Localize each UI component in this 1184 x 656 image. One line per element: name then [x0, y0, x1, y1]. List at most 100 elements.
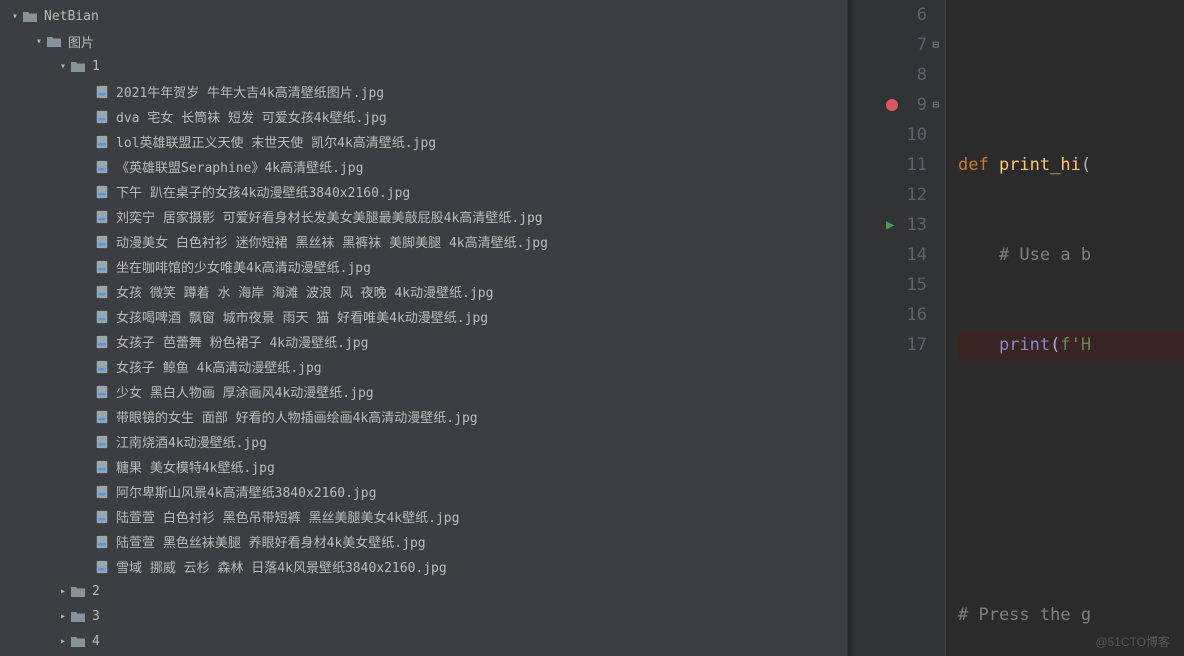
line-number: 14 [905, 240, 927, 270]
folder-label: 2 [92, 584, 100, 599]
folder-label: 图片 [68, 32, 94, 51]
tree-file[interactable]: 女孩 微笑 蹲着 水 海岸 海滩 波浪 风 夜晚 4k动漫壁纸.jpg [0, 279, 847, 304]
image-file-icon [94, 559, 110, 575]
image-file-icon [94, 234, 110, 250]
tree-file[interactable]: 坐在咖啡馆的少女唯美4k高清动漫壁纸.jpg [0, 254, 847, 279]
tree-file[interactable]: 刘奕宁 居家摄影 可爱好看身材长发美女美腿最美敲屁股4k高清壁纸.jpg [0, 204, 847, 229]
image-file-icon [94, 109, 110, 125]
editor-gutter: 6 7⊟ 8 9⊟ 10 11 12 ▶ 13 14 15 16 17 [848, 0, 946, 656]
line-number: 13 [905, 210, 927, 240]
tree-folder-2[interactable]: ▸ 2 [0, 579, 847, 604]
fold-icon[interactable]: ⊟ [932, 90, 939, 120]
tree-file[interactable]: 2021牛年贺岁 牛年大吉4k高清壁纸图片.jpg [0, 79, 847, 104]
tree-file[interactable]: 动漫美女 白色衬衫 迷你短裙 黑丝袜 黑裤袜 美脚美腿 4k高清壁纸.jpg [0, 229, 847, 254]
line-number: 10 [905, 120, 927, 150]
folder-icon [70, 59, 86, 75]
image-file-icon [94, 434, 110, 450]
line-number: 8 [905, 60, 927, 90]
watermark: @51CTO博客 [1095, 633, 1170, 650]
line-number: 9 [905, 90, 927, 120]
tree-file[interactable]: 糖果 美女模特4k壁纸.jpg [0, 454, 847, 479]
image-file-icon [94, 534, 110, 550]
image-file-icon [94, 259, 110, 275]
tree-folder-1[interactable]: ▾ 1 [0, 54, 847, 79]
file-label: 带眼镜的女生 面部 好看的人物插画绘画4k高清动漫壁纸.jpg [116, 407, 478, 426]
file-label: 阿尔卑斯山风景4k高清壁纸3840x2160.jpg [116, 482, 376, 501]
image-file-icon [94, 484, 110, 500]
chevron-right-icon[interactable]: ▸ [56, 611, 70, 622]
code-editor[interactable]: 6 7⊟ 8 9⊟ 10 11 12 ▶ 13 14 15 16 17 def p… [848, 0, 1184, 656]
file-label: lol英雄联盟正义天使 末世天使 凯尔4k高清壁纸.jpg [116, 132, 436, 151]
breakpoint-icon[interactable] [886, 99, 898, 111]
chevron-right-icon[interactable]: ▸ [56, 586, 70, 597]
folder-icon [46, 34, 62, 50]
tree-file[interactable]: lol英雄联盟正义天使 末世天使 凯尔4k高清壁纸.jpg [0, 129, 847, 154]
folder-label: 1 [92, 59, 100, 74]
image-file-icon [94, 284, 110, 300]
file-label: 女孩子 鲸鱼 4k高清动漫壁纸.jpg [116, 357, 322, 376]
tree-file[interactable]: dva 宅女 长筒袜 短发 可爱女孩4k壁纸.jpg [0, 104, 847, 129]
folder-label: 3 [92, 609, 100, 624]
folder-icon [22, 9, 38, 25]
code-area[interactable]: def print_hi( # Use a b print(f'H # Pres… [946, 0, 1184, 656]
tree-file[interactable]: 女孩喝啤酒 飘窗 城市夜景 雨天 猫 好看唯美4k动漫壁纸.jpg [0, 304, 847, 329]
file-label: 少女 黑白人物画 厚涂画风4k动漫壁纸.jpg [116, 382, 374, 401]
tree-file[interactable]: 江南烧酒4k动漫壁纸.jpg [0, 429, 847, 454]
line-number: 17 [905, 330, 927, 360]
image-file-icon [94, 209, 110, 225]
project-tree[interactable]: ▾ NetBian ▾ 图片 ▾ 1 2021牛年贺岁 牛年大吉4k高清壁纸图片… [0, 0, 848, 656]
file-label: 糖果 美女模特4k壁纸.jpg [116, 457, 275, 476]
tree-folder-root[interactable]: ▾ NetBian [0, 4, 847, 29]
chevron-down-icon[interactable]: ▾ [8, 11, 22, 22]
tree-file[interactable]: 女孩子 芭蕾舞 粉色裙子 4k动漫壁纸.jpg [0, 329, 847, 354]
file-label: 女孩子 芭蕾舞 粉色裙子 4k动漫壁纸.jpg [116, 332, 368, 351]
image-file-icon [94, 334, 110, 350]
line-number: 15 [905, 270, 927, 300]
folder-label: NetBian [44, 9, 99, 24]
image-file-icon [94, 84, 110, 100]
chevron-down-icon[interactable]: ▾ [32, 36, 46, 47]
tree-folder-3[interactable]: ▸ 3 [0, 604, 847, 629]
image-file-icon [94, 409, 110, 425]
tree-folder-4[interactable]: ▸ 4 [0, 629, 847, 654]
tree-file[interactable]: 《英雄联盟Seraphine》4k高清壁纸.jpg [0, 154, 847, 179]
tree-folder-images[interactable]: ▾ 图片 [0, 29, 847, 54]
image-file-icon [94, 459, 110, 475]
image-file-icon [94, 509, 110, 525]
line-number: 16 [905, 300, 927, 330]
file-label: 陆萱萱 白色衬衫 黑色吊带短裤 黑丝美腿美女4k壁纸.jpg [116, 507, 459, 526]
image-file-icon [94, 134, 110, 150]
folder-icon [70, 584, 86, 600]
image-file-icon [94, 359, 110, 375]
tree-file[interactable]: 阿尔卑斯山风景4k高清壁纸3840x2160.jpg [0, 479, 847, 504]
tree-file[interactable]: 女孩子 鲸鱼 4k高清动漫壁纸.jpg [0, 354, 847, 379]
chevron-down-icon[interactable]: ▾ [56, 61, 70, 72]
tree-file[interactable]: 少女 黑白人物画 厚涂画风4k动漫壁纸.jpg [0, 379, 847, 404]
file-label: 女孩 微笑 蹲着 水 海岸 海滩 波浪 风 夜晚 4k动漫壁纸.jpg [116, 282, 493, 301]
file-label: 下午 趴在桌子的女孩4k动漫壁纸3840x2160.jpg [116, 182, 410, 201]
file-label: 刘奕宁 居家摄影 可爱好看身材长发美女美腿最美敲屁股4k高清壁纸.jpg [116, 207, 543, 226]
file-label: 《英雄联盟Seraphine》4k高清壁纸.jpg [116, 157, 363, 176]
line-number: 12 [905, 180, 927, 210]
image-file-icon [94, 184, 110, 200]
tree-file[interactable]: 带眼镜的女生 面部 好看的人物插画绘画4k高清动漫壁纸.jpg [0, 404, 847, 429]
file-label: 女孩喝啤酒 飘窗 城市夜景 雨天 猫 好看唯美4k动漫壁纸.jpg [116, 307, 488, 326]
tree-file[interactable]: 陆萱萱 黑色丝袜美腿 养眼好看身材4k美女壁纸.jpg [0, 529, 847, 554]
chevron-right-icon[interactable]: ▸ [56, 636, 70, 647]
tree-file[interactable]: 陆萱萱 白色衬衫 黑色吊带短裤 黑丝美腿美女4k壁纸.jpg [0, 504, 847, 529]
folder-icon [70, 634, 86, 650]
image-file-icon [94, 309, 110, 325]
tree-file[interactable]: 下午 趴在桌子的女孩4k动漫壁纸3840x2160.jpg [0, 179, 847, 204]
file-label: 坐在咖啡馆的少女唯美4k高清动漫壁纸.jpg [116, 257, 371, 276]
tree-file[interactable]: 雪域 挪威 云杉 森林 日落4k风景壁纸3840x2160.jpg [0, 554, 847, 579]
file-label: dva 宅女 长筒袜 短发 可爱女孩4k壁纸.jpg [116, 107, 387, 126]
fold-icon[interactable]: ⊟ [932, 30, 939, 60]
line-number: 6 [905, 0, 927, 30]
folder-label: 4 [92, 634, 100, 649]
run-icon[interactable]: ▶ [886, 210, 894, 240]
file-label: 江南烧酒4k动漫壁纸.jpg [116, 432, 267, 451]
line-number: 11 [905, 150, 927, 180]
image-file-icon [94, 159, 110, 175]
line-number: 7 [905, 30, 927, 60]
file-label: 雪域 挪威 云杉 森林 日落4k风景壁纸3840x2160.jpg [116, 557, 447, 576]
